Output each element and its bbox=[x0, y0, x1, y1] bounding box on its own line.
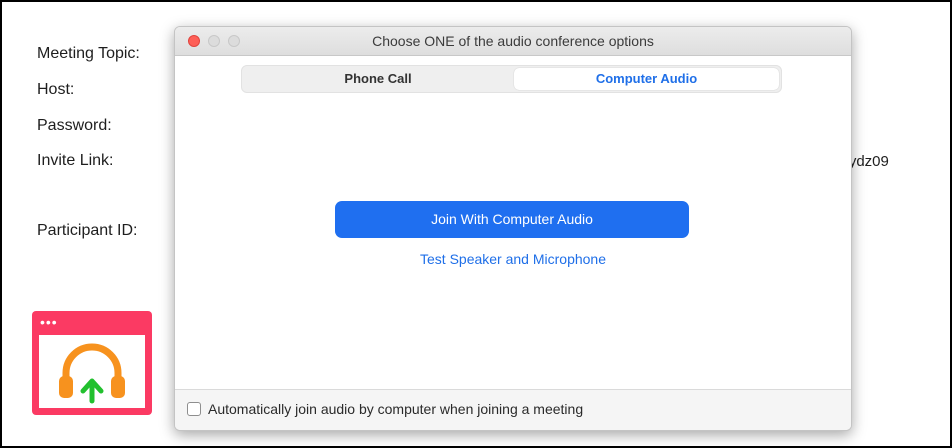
host-label: Host: bbox=[37, 81, 75, 98]
participant-id-label: Participant ID: bbox=[37, 222, 138, 239]
test-speaker-microphone-link[interactable]: Test Speaker and Microphone bbox=[175, 251, 851, 267]
dialog-footer: Automatically join audio by computer whe… bbox=[175, 389, 851, 430]
join-computer-audio-button[interactable]: Join With Computer Audio bbox=[335, 201, 689, 238]
dialog-titlebar[interactable]: Choose ONE of the audio conference optio… bbox=[175, 27, 851, 56]
window-dots-icon: ••• bbox=[40, 314, 58, 330]
tab-computer-audio[interactable]: Computer Audio bbox=[514, 68, 779, 90]
headphones-icon bbox=[59, 343, 125, 404]
tab-phone-call[interactable]: Phone Call bbox=[244, 68, 512, 90]
audio-mode-segmented-control: Phone Call Computer Audio bbox=[241, 65, 782, 93]
auto-join-checkbox[interactable] bbox=[187, 402, 201, 416]
upload-arrow-icon bbox=[80, 378, 104, 404]
headphones-upload-icon: ••• bbox=[32, 311, 152, 415]
auto-join-label[interactable]: Automatically join audio by computer whe… bbox=[208, 401, 583, 417]
audio-options-dialog: Choose ONE of the audio conference optio… bbox=[174, 26, 852, 431]
dialog-title: Choose ONE of the audio conference optio… bbox=[372, 33, 654, 49]
app-icon-body bbox=[39, 335, 145, 408]
password-label: Password: bbox=[37, 117, 112, 134]
meeting-topic-label: Meeting Topic: bbox=[37, 45, 140, 62]
invite-link-label: Invite Link: bbox=[37, 152, 114, 169]
